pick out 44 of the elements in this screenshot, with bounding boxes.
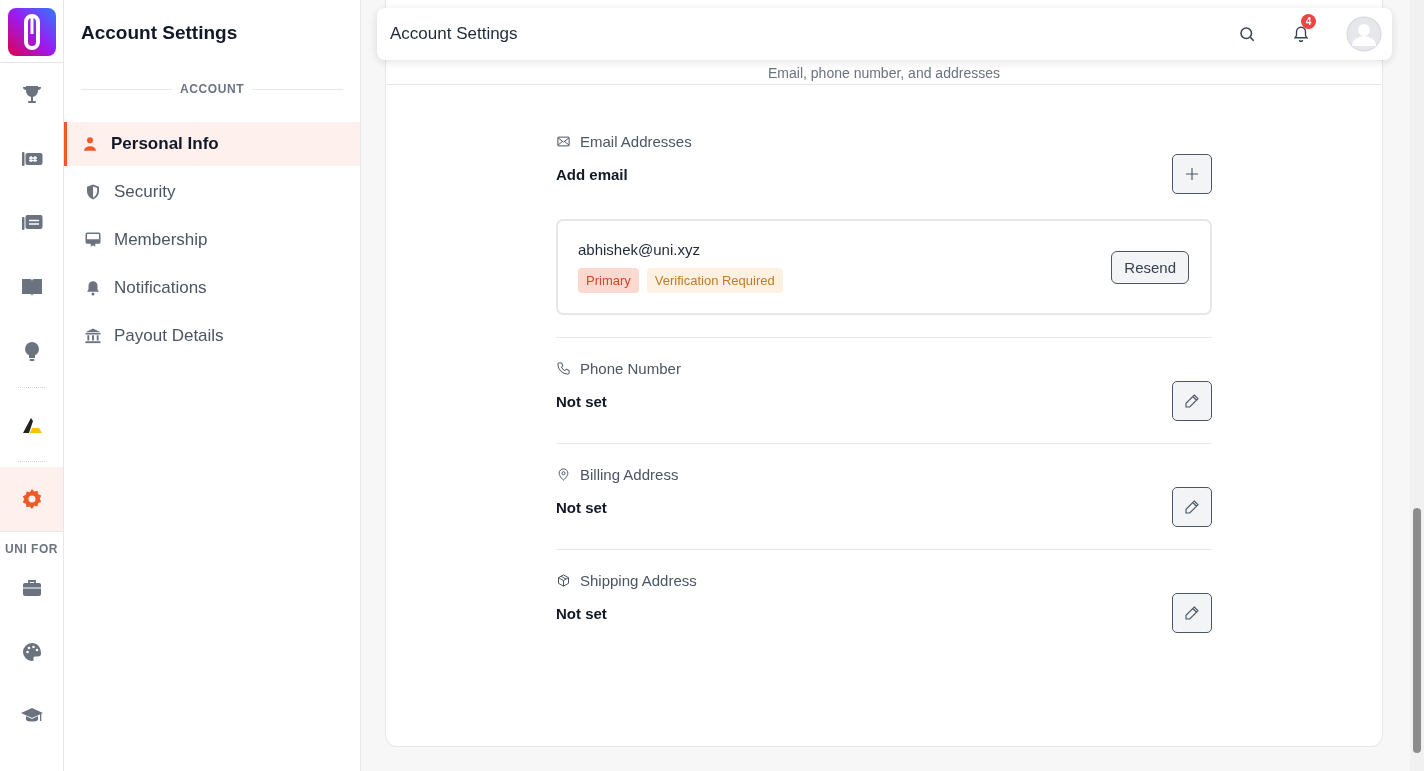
edit-button[interactable] <box>1172 593 1212 633</box>
resend-button[interactable]: Resend <box>1111 250 1189 284</box>
section-label: Email Addresses <box>580 133 692 150</box>
pencil-icon <box>1183 604 1201 622</box>
pencil-icon <box>1183 498 1201 516</box>
section-label: Shipping Address <box>580 572 697 589</box>
section-label: Phone Number <box>580 360 681 377</box>
shield-icon <box>84 183 102 201</box>
envelope-icon <box>556 134 571 149</box>
pencil-icon <box>1183 392 1201 410</box>
edit-button[interactable] <box>1172 381 1212 421</box>
location-pin-icon <box>556 467 571 482</box>
sidebar-item[interactable]: Membership <box>64 218 360 262</box>
notifications-icon[interactable] <box>1292 25 1310 43</box>
edit-button[interactable] <box>1172 487 1212 527</box>
field-value: Not set <box>556 604 607 622</box>
page-title: Account Settings <box>390 24 518 44</box>
field-value: Not set <box>556 392 607 410</box>
app-logo[interactable] <box>7 8 56 56</box>
email-address: abhishek@uni.xyz <box>578 241 701 258</box>
section-heading: ACCOUNT <box>179 82 245 96</box>
sidebar-title: Account Settings <box>80 21 239 45</box>
status-tag: Verification Required <box>646 268 783 293</box>
add-email-label: Add email <box>556 165 628 183</box>
person-icon <box>81 135 99 153</box>
add-button[interactable] <box>1172 154 1212 194</box>
section-label: Billing Address <box>580 466 679 483</box>
sidebar-item[interactable]: Notifications <box>64 266 360 310</box>
package-icon <box>556 573 571 588</box>
subtitle: Email, phone number, and addresses <box>768 65 1000 81</box>
search-icon[interactable] <box>1238 25 1256 43</box>
status-tag: Primary <box>578 268 639 293</box>
sidebar-item[interactable]: Payout Details <box>64 314 360 358</box>
field-value: Not set <box>556 498 607 516</box>
bell-icon <box>84 279 102 297</box>
bank-icon <box>84 327 102 345</box>
rail-section-label: UNI FOR <box>0 531 63 556</box>
sidebar-item[interactable]: Personal Info <box>64 122 360 166</box>
scrollbar[interactable] <box>1410 0 1424 771</box>
certificate-icon <box>84 231 102 249</box>
sidebar-item[interactable]: Security <box>64 170 360 214</box>
plus-icon <box>1183 165 1201 183</box>
notification-count: 4 <box>1301 14 1316 29</box>
phone-icon <box>556 361 571 376</box>
